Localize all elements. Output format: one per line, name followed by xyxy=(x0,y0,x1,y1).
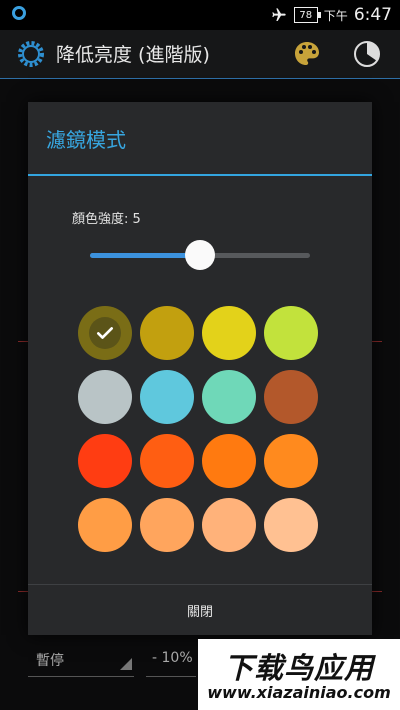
color-swatch[interactable] xyxy=(264,498,318,552)
battery-indicator: 78 xyxy=(293,7,321,23)
timer-icon[interactable] xyxy=(352,39,382,69)
close-button[interactable]: 關閉 xyxy=(28,585,372,635)
color-swatch[interactable] xyxy=(264,306,318,360)
color-swatch[interactable] xyxy=(78,306,132,360)
filter-mode-dialog: 濾鏡模式 顏色強度: 5 關閉 xyxy=(28,102,372,635)
brightness-step-button[interactable]: - 10% xyxy=(152,650,193,666)
pause-underline xyxy=(28,676,134,677)
color-swatch[interactable] xyxy=(202,434,256,488)
color-swatch[interactable] xyxy=(264,434,318,488)
watermark-url: www.xiazainiao.com xyxy=(207,683,391,702)
pause-button[interactable]: 暫停 xyxy=(36,650,64,670)
color-strength-label: 顏色強度: 5 xyxy=(72,212,141,227)
palette-icon[interactable] xyxy=(292,39,322,69)
color-swatch[interactable] xyxy=(140,498,194,552)
gear-icon[interactable] xyxy=(16,39,46,69)
selected-indicator xyxy=(89,317,121,349)
color-swatch[interactable] xyxy=(78,370,132,424)
action-bar: 降低亮度 (進階版) xyxy=(0,30,400,79)
color-swatch-grid xyxy=(78,306,324,552)
notification-circle-icon xyxy=(12,6,26,20)
battery-level: 78 xyxy=(299,9,313,21)
watermark-title: 下载鸟应用 xyxy=(223,651,374,685)
color-swatch[interactable] xyxy=(202,306,256,360)
dialog-title-divider xyxy=(28,174,372,176)
color-swatch[interactable] xyxy=(140,370,194,424)
slider-thumb[interactable] xyxy=(185,240,215,270)
checkmark-icon xyxy=(97,327,113,339)
status-bar: 78 下午 6:47 xyxy=(0,0,400,30)
color-swatch[interactable] xyxy=(78,498,132,552)
color-swatch[interactable] xyxy=(78,434,132,488)
app-title: 降低亮度 (進階版) xyxy=(56,44,210,66)
watermark-logo: 下载鸟应用 www.xiazainiao.com xyxy=(198,639,400,710)
time-ampm: 下午 xyxy=(323,8,348,23)
clock: 6:47 xyxy=(353,5,392,25)
color-swatch[interactable] xyxy=(140,434,194,488)
step-underline xyxy=(146,676,196,677)
color-swatch[interactable] xyxy=(202,370,256,424)
color-swatch[interactable] xyxy=(140,306,194,360)
dialog-title: 濾鏡模式 xyxy=(46,128,126,152)
airplane-icon xyxy=(272,8,286,21)
color-swatch[interactable] xyxy=(264,370,318,424)
status-bar-right: 78 下午 6:47 xyxy=(270,5,392,25)
color-strength-slider[interactable] xyxy=(88,240,312,270)
spinner-corner-icon xyxy=(120,658,132,670)
slider-fill xyxy=(90,253,200,258)
color-swatch[interactable] xyxy=(202,498,256,552)
